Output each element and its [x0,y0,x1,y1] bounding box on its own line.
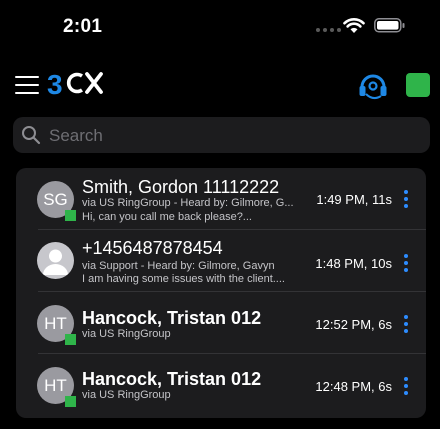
call-route: via US RingGroup [82,328,171,340]
call-row[interactable]: HT Hancock, Tristan 012 via US RingGroup… [16,292,426,354]
avatar: SG [37,181,76,221]
caller-name: Smith, Gordon 11112222 [82,177,280,197]
call-route: via Support - Heard by: Gilmore, Gavyn [82,260,275,272]
search-bar [13,117,430,155]
call-time: 1:49 PM, 11s [316,192,392,207]
avatar [37,242,74,279]
headset-icon[interactable] [357,71,389,101]
avatar-initials: SG [43,190,68,209]
status-time: 2:01 [63,16,103,37]
call-message: Hi, can you call me back please?... [82,211,252,223]
avatar: HT [37,367,76,407]
avatar-initials: HT [44,314,67,333]
presence-available-indicator [65,396,76,407]
caller-name: +1456487878454 [82,238,223,258]
call-row[interactable]: +1456487878454 via Support - Heard by: G… [16,230,426,292]
more-options-icon[interactable] [404,254,408,272]
3cx-logo: 3 [47,69,103,100]
hamburger-menu-icon[interactable] [15,74,39,96]
call-route: via US RingGroup - Heard by: Gilmore, G.… [82,197,294,209]
search-input[interactable] [47,117,421,155]
avatar: HT [37,305,76,345]
presence-status-indicator[interactable] [406,73,430,97]
call-time: 12:52 PM, 6s [315,317,392,332]
presence-available-indicator [65,334,76,345]
app-header: 3 [0,66,440,106]
presence-available-indicator [65,210,76,221]
cellular-signal-icon [316,28,341,32]
recent-calls-list: SG Smith, Gordon 11112222 via US RingGro… [16,168,426,418]
status-bar: 2:01 [0,0,440,56]
more-options-icon[interactable] [404,190,408,208]
more-options-icon[interactable] [404,315,408,333]
call-message: I am having some issues with the client.… [82,273,285,285]
call-row[interactable]: HT Hancock, Tristan 012 via US RingGroup… [16,354,426,416]
more-options-icon[interactable] [404,377,408,395]
battery-icon [374,18,405,33]
call-row[interactable]: SG Smith, Gordon 11112222 via US RingGro… [16,168,426,230]
wifi-icon [343,18,365,33]
call-time: 1:48 PM, 10s [315,256,392,271]
caller-name: Hancock, Tristan 012 [82,308,262,328]
avatar-initials: HT [44,376,67,395]
default-user-avatar-icon [43,249,68,275]
call-time: 12:48 PM, 6s [315,379,392,394]
search-icon [22,126,41,145]
call-route: via US RingGroup [82,389,171,401]
svg-text:3: 3 [47,69,63,100]
caller-name: Hancock, Tristan 012 [82,369,262,389]
